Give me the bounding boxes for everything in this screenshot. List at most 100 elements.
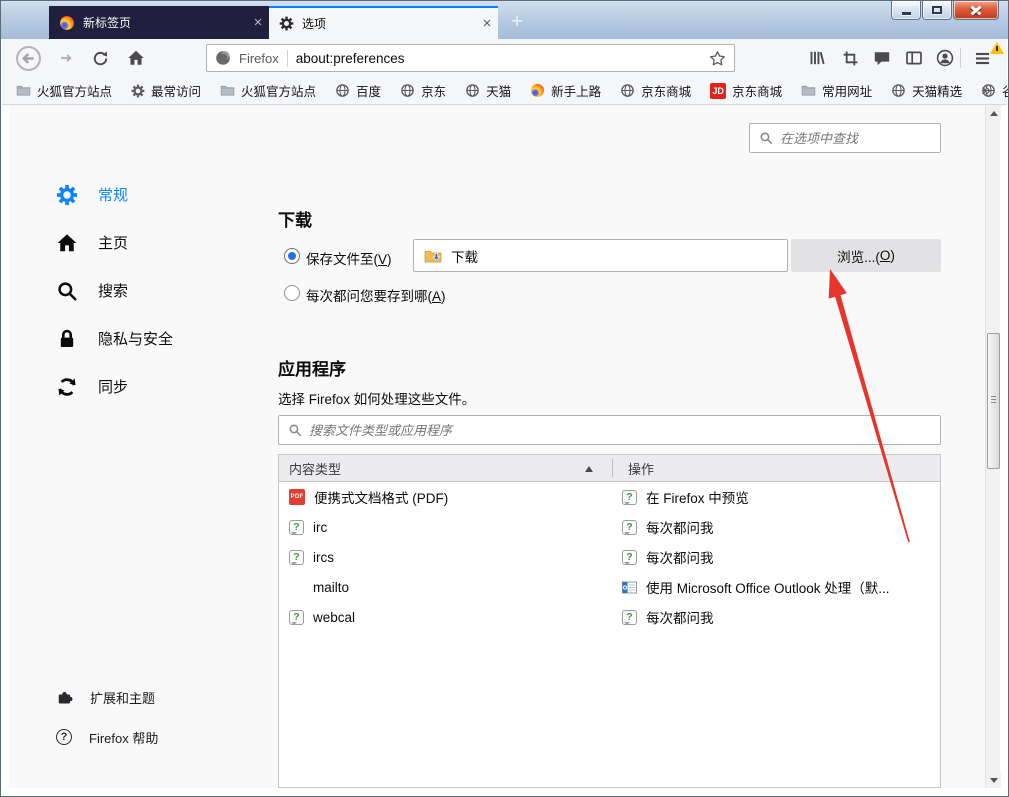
search-icon bbox=[56, 280, 78, 302]
globe-icon bbox=[400, 83, 415, 98]
maximize-button[interactable] bbox=[922, 1, 952, 20]
forward-button[interactable] bbox=[52, 44, 80, 72]
tab-close-icon[interactable]: × bbox=[247, 15, 269, 30]
minimize-icon bbox=[902, 12, 911, 15]
sidebar-footer: 扩展和主题 ? Firefox 帮助 bbox=[56, 685, 158, 749]
bookmark-item[interactable]: JD京东商城 bbox=[710, 81, 782, 100]
titlebar: 新标签页 × 选项 × + bbox=[1, 1, 1008, 39]
sidebar-label: 同步 bbox=[98, 376, 128, 397]
bookmarks-overflow-chevron[interactable]: » bbox=[982, 80, 991, 100]
ask-icon: ? bbox=[622, 610, 637, 625]
table-row[interactable]: ?webcal ?每次都问我 bbox=[279, 602, 940, 632]
menu-button[interactable] bbox=[966, 44, 998, 72]
tab-title: 新标签页 bbox=[83, 14, 247, 31]
chat-button[interactable] bbox=[868, 44, 896, 72]
home-button[interactable] bbox=[122, 44, 150, 72]
sidebar-item-sync[interactable]: 同步 bbox=[56, 373, 173, 400]
sidebar-label: 隐私与安全 bbox=[98, 328, 173, 349]
bookmark-folder[interactable]: 常用网址 bbox=[801, 81, 872, 100]
url-separator bbox=[287, 50, 288, 67]
table-row[interactable]: ? ircs ?每次都问我 bbox=[279, 542, 940, 572]
new-tab-button[interactable]: + bbox=[504, 10, 530, 36]
search-icon bbox=[288, 423, 302, 437]
action-label: 在 Firefox 中预览 bbox=[646, 487, 749, 507]
bookmark-label: 京东商城 bbox=[641, 81, 691, 100]
bookmark-item[interactable]: 百度 bbox=[335, 81, 381, 100]
ask-icon: ? bbox=[289, 550, 304, 565]
sidebar-button[interactable] bbox=[900, 44, 928, 72]
scroll-up-button[interactable] bbox=[986, 105, 1001, 121]
browse-button[interactable]: 浏览...(O) bbox=[791, 239, 941, 272]
download-folder-icon bbox=[424, 248, 442, 264]
action-cell[interactable]: ?每次都问我 bbox=[612, 607, 940, 627]
content-type-label: 便携式文档格式 (PDF) bbox=[314, 487, 448, 507]
toolbar-separator bbox=[960, 48, 961, 68]
bookmark-folder[interactable]: 火狐官方站点 bbox=[220, 81, 316, 100]
firefox-identity-icon bbox=[215, 50, 231, 66]
save-files-label[interactable]: 保存文件至(V) bbox=[306, 248, 392, 268]
globe-icon bbox=[465, 83, 480, 98]
sidebar-label: 搜索 bbox=[98, 280, 128, 301]
bookmark-label: 最常访问 bbox=[151, 81, 201, 100]
applications-search-box[interactable] bbox=[278, 415, 941, 445]
bookmark-item[interactable]: 京东商城 bbox=[620, 81, 691, 100]
table-row[interactable]: ?irc ?每次都问我 bbox=[279, 512, 940, 542]
bookmark-label: 常用网址 bbox=[822, 81, 872, 100]
url-bar[interactable]: Firefox about:preferences bbox=[206, 44, 735, 72]
download-folder-field[interactable]: 下载 bbox=[413, 239, 788, 272]
screenshot-button[interactable] bbox=[836, 44, 864, 72]
find-in-options-box[interactable] bbox=[749, 123, 941, 153]
table-row[interactable]: mailto 使用 Microsoft Office Outlook 处理（默.… bbox=[279, 572, 940, 602]
bookmark-star-icon[interactable] bbox=[709, 50, 726, 67]
bookmark-label: 新手上路 bbox=[551, 81, 601, 100]
tab-new-tab[interactable]: 新标签页 × bbox=[49, 6, 269, 39]
table-row[interactable]: PDF 便携式文档格式 (PDF) ?在 Firefox 中预览 bbox=[279, 482, 940, 512]
minimize-button[interactable] bbox=[891, 1, 921, 20]
tab-options[interactable]: 选项 × bbox=[269, 6, 498, 39]
save-files-radio[interactable] bbox=[284, 248, 300, 264]
extensions-themes-link[interactable]: 扩展和主题 bbox=[56, 685, 158, 709]
sidebar-item-search[interactable]: 搜索 bbox=[56, 277, 173, 304]
library-button[interactable] bbox=[803, 44, 831, 72]
action-cell[interactable]: ?每次都问我 bbox=[612, 547, 940, 567]
scroll-down-button[interactable] bbox=[986, 772, 1001, 788]
column-header-content-type[interactable]: 内容类型 bbox=[279, 459, 341, 478]
home-icon bbox=[56, 232, 78, 254]
back-button[interactable] bbox=[14, 44, 42, 72]
bookmark-item[interactable]: 天猫 bbox=[465, 81, 511, 100]
pdf-icon: PDF bbox=[289, 489, 305, 505]
sort-ascending-icon bbox=[585, 466, 593, 472]
reload-button[interactable] bbox=[86, 44, 114, 72]
bookmark-label: 天猫 bbox=[486, 81, 511, 100]
sidebar-item-general[interactable]: 常规 bbox=[56, 181, 173, 208]
always-ask-label[interactable]: 每次都问您要存到哪(A) bbox=[306, 285, 446, 305]
bookmark-item[interactable]: 京东 bbox=[400, 81, 446, 100]
bookmark-label: 百度 bbox=[356, 81, 381, 100]
bookmark-most-visited[interactable]: 最常访问 bbox=[131, 81, 201, 100]
sync-icon bbox=[56, 376, 78, 398]
action-label: 每次都问我 bbox=[646, 517, 714, 537]
preferences-page: 常规 主页 搜索 隐私与安全 同步 扩展和主题 bbox=[9, 105, 1000, 788]
bookmark-folder[interactable]: 火狐官方站点 bbox=[16, 81, 112, 100]
bookmark-label: 天猫精选 bbox=[912, 81, 962, 100]
scrollbar-thumb[interactable] bbox=[987, 333, 1000, 469]
applications-search-input[interactable] bbox=[309, 423, 931, 438]
always-ask-radio[interactable] bbox=[284, 285, 300, 301]
bookmark-item[interactable]: 天猫精选 bbox=[891, 81, 962, 100]
tab-close-icon[interactable]: × bbox=[476, 16, 498, 31]
close-button[interactable] bbox=[953, 1, 999, 20]
content-type-label: ircs bbox=[313, 550, 334, 565]
column-header-action[interactable]: 操作 bbox=[628, 459, 654, 478]
account-button[interactable] bbox=[931, 44, 959, 72]
action-cell[interactable]: ?在 Firefox 中预览 bbox=[612, 487, 940, 507]
sidebar-item-privacy[interactable]: 隐私与安全 bbox=[56, 325, 173, 352]
bookmark-item[interactable]: 新手上路 bbox=[530, 81, 601, 100]
firefox-help-link[interactable]: ? Firefox 帮助 bbox=[56, 725, 158, 749]
action-cell[interactable]: 使用 Microsoft Office Outlook 处理（默... bbox=[612, 577, 940, 597]
maximize-icon bbox=[932, 6, 942, 14]
action-cell[interactable]: ?每次都问我 bbox=[612, 517, 940, 537]
find-in-options-input[interactable] bbox=[780, 131, 931, 146]
page-scrollbar[interactable] bbox=[985, 105, 1000, 788]
sidebar-item-home[interactable]: 主页 bbox=[56, 229, 173, 256]
gear-favicon bbox=[279, 16, 294, 31]
